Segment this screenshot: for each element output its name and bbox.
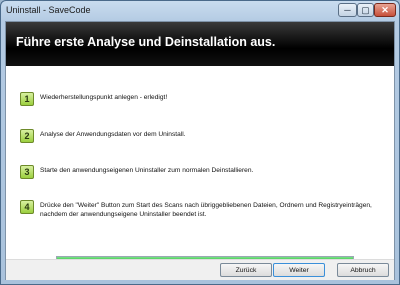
wizard-client-area: Führe erste Analyse und Deinstallation a…	[5, 21, 395, 280]
wizard-banner: Führe erste Analyse und Deinstallation a…	[6, 22, 394, 66]
step-text-line-2: nachdem der anwendungseigene Uninstaller…	[40, 211, 207, 218]
step-text-line-1: Drücke den "Weiter" Button zum Start des…	[40, 202, 372, 209]
step-text: Drücke den "Weiter" Button zum Start des…	[40, 201, 372, 219]
cancel-button[interactable]: Abbruch	[337, 263, 389, 277]
close-icon: ✕	[381, 4, 389, 15]
wizard-content: 1 Wiederherstellungspunkt anlegen - erle…	[6, 66, 394, 268]
window-title: Uninstall - SaveCode	[6, 5, 91, 15]
step-number-icon: 1	[20, 92, 34, 106]
banner-title: Führe erste Analyse und Deinstallation a…	[16, 35, 276, 49]
step-text: Analyse der Anwendungsdaten vor dem Unin…	[40, 131, 186, 138]
title-bar[interactable]: Uninstall - SaveCode ─ ▢ ✕	[1, 1, 399, 21]
maximize-icon: ▢	[361, 4, 370, 15]
maximize-button[interactable]: ▢	[357, 3, 374, 17]
uninstall-window: Uninstall - SaveCode ─ ▢ ✕ Führe erste A…	[0, 0, 400, 285]
button-bar: Zurück Weiter Abbruch	[6, 259, 394, 280]
step-text: Wiederherstellungspunkt anlegen - erledi…	[40, 94, 168, 101]
next-button[interactable]: Weiter	[273, 263, 325, 277]
back-button[interactable]: Zurück	[220, 263, 272, 277]
step-number-icon: 3	[20, 165, 34, 179]
minimize-icon: ─	[344, 5, 351, 15]
step-text: Starte den anwendungseigenen Uninstaller…	[40, 167, 254, 174]
step-number-icon: 2	[20, 129, 34, 143]
step-number-icon: 4	[20, 200, 34, 214]
close-button[interactable]: ✕	[374, 3, 396, 17]
minimize-button[interactable]: ─	[338, 3, 357, 17]
